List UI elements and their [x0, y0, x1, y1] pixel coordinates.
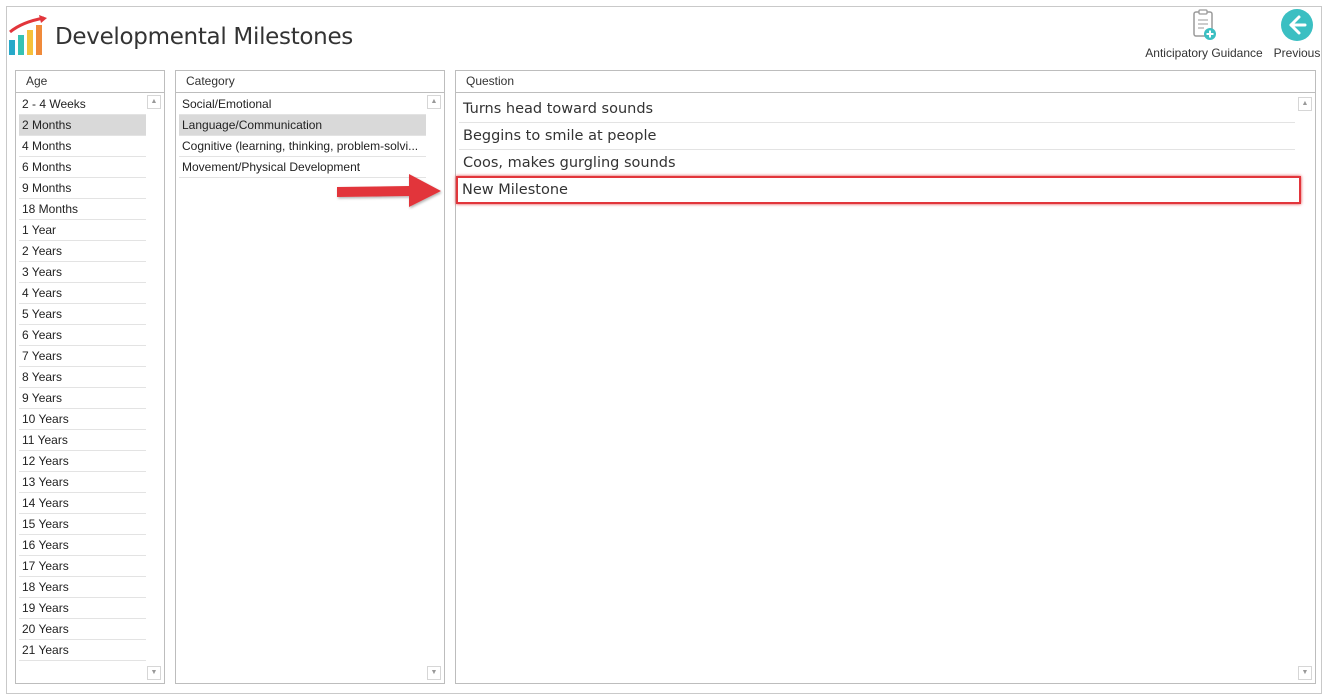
anticipatory-guidance-label: Anticipatory Guidance: [1145, 46, 1263, 60]
age-list-item[interactable]: 10 Years: [19, 409, 146, 430]
question-panel: Question Turns head toward sounds Beggins…: [455, 70, 1316, 684]
age-list[interactable]: 2 - 4 Weeks 2 Months 4 Months 6 Months 9 Mon…: [16, 93, 164, 683]
question-list-item[interactable]: Coos, makes gurgling sounds: [459, 150, 1295, 177]
age-list-item[interactable]: 15 Years: [19, 514, 146, 535]
scroll-up-icon[interactable]: ▲: [1298, 97, 1312, 111]
age-list-item[interactable]: 17 Years: [19, 556, 146, 577]
age-column-header: Age: [16, 71, 164, 93]
age-list-item[interactable]: 9 Years: [19, 388, 146, 409]
category-list-item[interactable]: Language/Communication: [179, 115, 426, 136]
age-list-item[interactable]: 3 Years: [19, 262, 146, 283]
question-list[interactable]: Turns head toward sounds Beggins to smile…: [456, 93, 1315, 683]
scroll-up-icon[interactable]: ▲: [147, 95, 161, 109]
milestones-chart-icon: [9, 15, 47, 55]
age-list-item[interactable]: 6 Years: [19, 325, 146, 346]
previous-button[interactable]: Previous: [1272, 8, 1322, 60]
age-list-item[interactable]: 4 Months: [19, 136, 146, 157]
age-list-item[interactable]: 11 Years: [19, 430, 146, 451]
age-scrollbar[interactable]: ▲ ▼: [147, 95, 161, 680]
age-list-item[interactable]: 2 Years: [19, 241, 146, 262]
scroll-up-icon[interactable]: ▲: [427, 95, 441, 109]
category-list-item[interactable]: Cognitive (learning, thinking, problem-s…: [179, 136, 426, 157]
question-list-item[interactable]: Beggins to smile at people: [459, 123, 1295, 150]
new-milestone-row[interactable]: New Milestone: [456, 176, 1301, 204]
question-scrollbar[interactable]: ▲ ▼: [1298, 97, 1312, 680]
scroll-down-icon[interactable]: ▼: [1298, 666, 1312, 680]
age-list-item[interactable]: 16 Years: [19, 535, 146, 556]
age-list-item[interactable]: 2 Months: [19, 115, 146, 136]
age-list-item[interactable]: 8 Years: [19, 367, 146, 388]
age-list-item[interactable]: 7 Years: [19, 346, 146, 367]
anticipatory-guidance-button[interactable]: Anticipatory Guidance: [1144, 8, 1264, 60]
age-list-item[interactable]: 2 - 4 Weeks: [19, 94, 146, 115]
category-panel: Category Social/Emotional Language/Commun…: [175, 70, 445, 684]
age-list-item[interactable]: 5 Years: [19, 304, 146, 325]
question-column-header: Question: [456, 71, 1315, 93]
age-list-item[interactable]: 6 Months: [19, 157, 146, 178]
age-list-item[interactable]: 14 Years: [19, 493, 146, 514]
age-list-item[interactable]: 1 Year: [19, 220, 146, 241]
age-list-item[interactable]: 21 Years: [19, 640, 146, 661]
age-list-item[interactable]: 18 Years: [19, 577, 146, 598]
age-list-item[interactable]: 19 Years: [19, 598, 146, 619]
age-list-item[interactable]: 12 Years: [19, 451, 146, 472]
category-column-header: Category: [176, 71, 444, 93]
age-list-item[interactable]: 18 Months: [19, 199, 146, 220]
category-list-item[interactable]: Social/Emotional: [179, 94, 426, 115]
scroll-down-icon[interactable]: ▼: [147, 666, 161, 680]
scroll-down-icon[interactable]: ▼: [427, 666, 441, 680]
arrow-left-circle-icon: [1281, 9, 1313, 41]
age-list-item[interactable]: 20 Years: [19, 619, 146, 640]
age-panel: Age 2 - 4 Weeks 2 Months 4 Months 6 Months 9…: [15, 70, 165, 684]
annotation-arrow-icon: [337, 174, 441, 207]
age-list-item[interactable]: 4 Years: [19, 283, 146, 304]
previous-label: Previous: [1273, 46, 1321, 60]
question-list-item[interactable]: Turns head toward sounds: [459, 96, 1295, 123]
page-title: Developmental Milestones: [55, 24, 353, 50]
age-list-item[interactable]: 9 Months: [19, 178, 146, 199]
clipboard-add-icon: [1193, 9, 1216, 40]
age-list-item[interactable]: 13 Years: [19, 472, 146, 493]
